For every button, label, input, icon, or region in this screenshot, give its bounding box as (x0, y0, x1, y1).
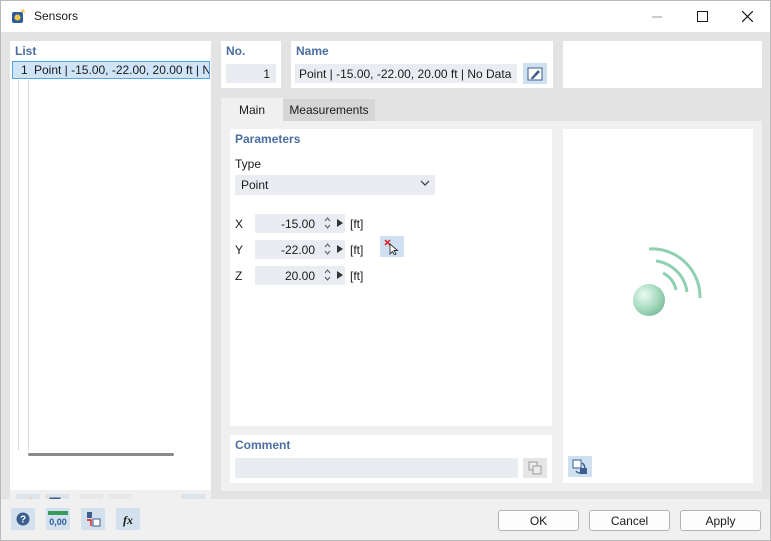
z-unit: [ft] (350, 269, 364, 283)
preview-panel (563, 129, 753, 483)
maximize-icon (696, 11, 708, 22)
chevron-down-icon (420, 180, 430, 186)
parameters-panel: Parameters Type Point X -15.00 [ft] Y -2… (230, 129, 552, 426)
units-icon: 0,00 (48, 511, 68, 527)
x-input[interactable]: -15.00 (255, 214, 345, 233)
svg-text:?: ? (20, 515, 26, 526)
comment-input[interactable] (235, 458, 518, 478)
sensor-icon (633, 247, 702, 316)
view-options-button[interactable] (568, 456, 592, 477)
spinner-icon (324, 269, 331, 281)
pick-point-button[interactable] (380, 236, 404, 257)
minimize-button[interactable] (634, 1, 680, 32)
y-label: Y (235, 243, 244, 257)
arrow-right-icon (337, 245, 343, 253)
comment-header: Comment (235, 438, 291, 452)
info-panel (563, 41, 762, 88)
y-unit: [ft] (350, 243, 364, 257)
copy-icon (528, 461, 542, 475)
minimize-icon (652, 16, 662, 17)
comment-library-button[interactable] (523, 458, 547, 478)
type-select[interactable]: Point (235, 175, 435, 195)
list-item[interactable]: 1 Point | -15.00, -22.00, 20.00 ft | No … (12, 61, 210, 79)
svg-text:fx: fx (123, 513, 133, 527)
formula-icon: fx (123, 513, 133, 527)
x-value: -15.00 (280, 217, 315, 231)
name-field[interactable]: Point | -15.00, -22.00, 20.00 ft | No Da… (295, 64, 517, 83)
list-header: List (15, 44, 37, 58)
y-value: -22.00 (280, 243, 315, 257)
sensors-dialog: Sensors List 1 Point | -15.00, -22.00, 2… (0, 0, 771, 541)
svg-text:0,00: 0,00 (49, 517, 67, 527)
arrow-right-icon (337, 219, 343, 227)
type-label: Type (235, 157, 262, 171)
number-panel: No. 1 (221, 41, 281, 88)
number-field[interactable]: 1 (226, 64, 276, 83)
close-button[interactable] (724, 1, 770, 32)
close-icon (741, 11, 753, 22)
arrow-right-icon (337, 271, 343, 279)
view-sync-icon (572, 459, 587, 474)
y-input[interactable]: -22.00 (255, 240, 345, 259)
help-icon: ? (16, 512, 30, 526)
units-button[interactable]: 0,00 (46, 508, 70, 530)
z-value: 20.00 (284, 269, 315, 283)
pick-point-icon (384, 238, 399, 255)
maximize-button[interactable] (679, 1, 725, 32)
app-icon (10, 8, 27, 25)
x-unit: [ft] (350, 217, 364, 231)
spinner-icon (324, 217, 331, 229)
z-label: Z (235, 269, 243, 283)
edit-name-button[interactable] (523, 63, 547, 84)
window-title: Sensors (34, 9, 79, 23)
z-input[interactable]: 20.00 (255, 266, 345, 285)
list-item-label: Point | -15.00, -22.00, 20.00 ft | No Da… (34, 63, 209, 77)
ok-button[interactable]: OK (498, 510, 579, 531)
type-select-value: Point (241, 178, 269, 192)
tab-main[interactable]: Main (221, 98, 283, 122)
help-button[interactable]: ? (11, 508, 35, 530)
title-bar: Sensors (1, 1, 770, 32)
bottom-bar: ? 0,00 fx OK Cancel Apply (1, 499, 770, 540)
list-item-number: 1 (21, 63, 28, 77)
apply-button[interactable]: Apply (680, 510, 761, 531)
number-header: No. (226, 44, 246, 58)
tree-guide (18, 80, 19, 450)
formula-button[interactable]: fx (116, 508, 140, 530)
display-properties-button[interactable] (81, 508, 105, 530)
name-panel: Name Point | -15.00, -22.00, 20.00 ft | … (291, 41, 553, 88)
x-label: X (235, 217, 244, 231)
display-properties-icon (87, 512, 101, 527)
list-panel: List 1 Point | -15.00, -22.00, 20.00 ft … (10, 41, 211, 490)
tree-guide (28, 80, 29, 450)
comment-panel: Comment (230, 435, 552, 483)
edit-icon (527, 67, 543, 80)
cancel-button[interactable]: Cancel (589, 510, 670, 531)
horizontal-scrollbar[interactable] (28, 453, 174, 456)
parameters-header: Parameters (235, 132, 301, 146)
dialog-body: List 1 Point | -15.00, -22.00, 20.00 ft … (1, 32, 770, 540)
spinner-icon (324, 243, 331, 255)
name-header: Name (296, 44, 329, 58)
tab-measurements[interactable]: Measurements (283, 99, 375, 121)
